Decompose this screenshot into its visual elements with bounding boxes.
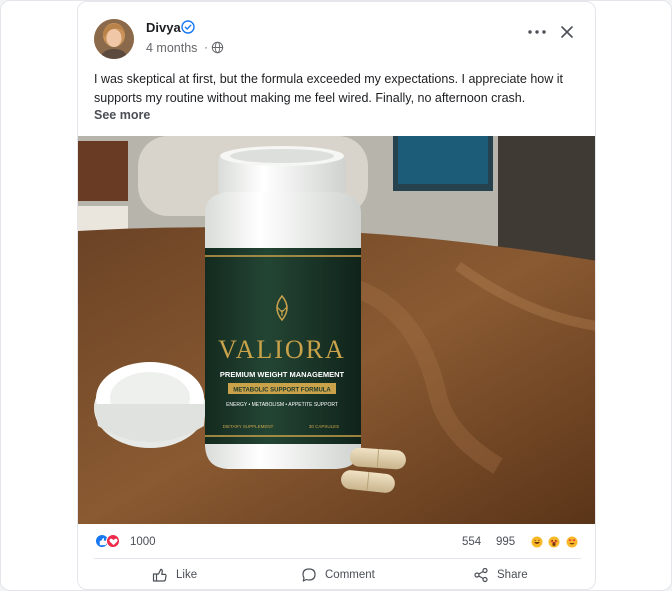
product-photo: VALIORA PREMIUM WEIGHT MANAGEMENT METABO… xyxy=(78,136,595,524)
post-card: Divya 4 months · I was skeptical at firs… xyxy=(77,1,596,590)
globe-icon xyxy=(211,41,224,54)
heart-eyes-emoji-icon xyxy=(566,536,578,548)
comment-icon xyxy=(302,568,316,582)
like-label: Like xyxy=(176,569,198,581)
post-photo[interactable]: VALIORA PREMIUM WEIGHT MANAGEMENT METABO… xyxy=(78,136,595,524)
bottle-line2: METABOLIC SUPPORT FORMULA xyxy=(233,388,331,394)
reaction-count[interactable]: 1000 xyxy=(130,536,156,548)
share-label: Share xyxy=(497,569,528,581)
comment-label: Comment xyxy=(325,569,375,581)
like-icon xyxy=(152,568,167,582)
close-icon[interactable] xyxy=(559,24,575,40)
wow-emoji-icon xyxy=(548,536,560,548)
avatar[interactable] xyxy=(94,19,134,59)
post-timestamp[interactable]: 4 months xyxy=(146,41,197,55)
post-text: I was skeptical at first, but the formul… xyxy=(94,72,563,105)
post-header: Divya 4 months · xyxy=(78,2,595,66)
bottle-line4a: DIETARY SUPPLEMENT xyxy=(223,424,274,429)
bottle-line3: ENERGY • METABOLISM • APPETITE SUPPORT xyxy=(226,402,338,408)
avatar-photo xyxy=(94,19,134,59)
laugh-emoji-icon xyxy=(531,536,543,548)
comment-button[interactable]: Comment xyxy=(301,560,375,589)
love-reaction-icon xyxy=(106,534,120,548)
like-button[interactable]: Like xyxy=(152,560,198,589)
see-more-link[interactable]: See more xyxy=(94,108,150,122)
reactions-bar: 1000 554 995 xyxy=(78,525,595,559)
author-name[interactable]: Divya xyxy=(146,20,181,35)
more-icon[interactable] xyxy=(526,24,548,40)
bottle-line4b: 30 CAPSULES xyxy=(309,424,339,429)
separator-dot: · xyxy=(204,40,208,54)
share-icon xyxy=(474,567,488,583)
comment-count[interactable]: 554 xyxy=(462,536,481,548)
bottle-line1: PREMIUM WEIGHT MANAGEMENT xyxy=(220,370,345,379)
bottle-brand: VALIORA xyxy=(218,335,346,364)
actions-divider xyxy=(94,558,581,559)
verified-icon xyxy=(181,20,195,34)
share-count[interactable]: 995 xyxy=(496,536,515,548)
share-button[interactable]: Share xyxy=(473,560,528,589)
